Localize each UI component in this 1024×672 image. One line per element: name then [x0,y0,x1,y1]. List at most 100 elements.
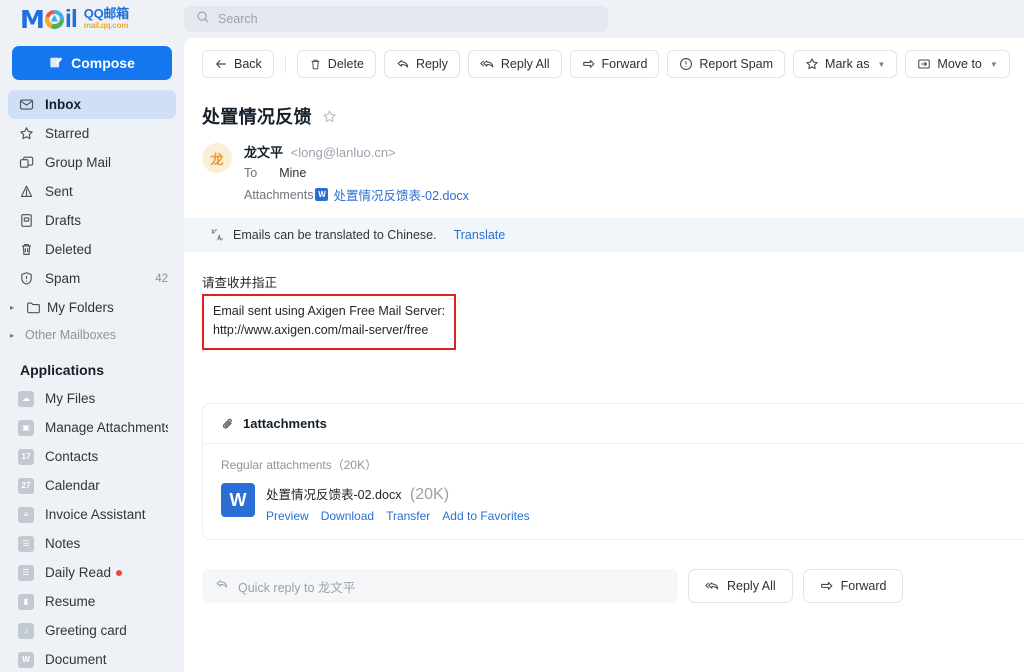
add-to-favorites-link[interactable]: Add to Favorites [442,509,529,523]
reply-icon [215,577,229,596]
sidebar-item-contacts[interactable]: 17 Contacts [8,442,176,471]
translate-banner: Emails can be translated to Chinese. Tra… [184,218,1024,252]
paperclip-icon [221,417,235,431]
sidebar-item-other-mailboxes[interactable]: ▸ Other Mailboxes [8,322,176,348]
back-button[interactable]: Back [202,50,274,78]
applications-nav: ☁ My Files ▣ Manage Attachments 17 Conta… [0,384,184,672]
sidebar-item-label: Calendar [45,478,100,493]
to-value: Mine [279,166,307,180]
sidebar-item-greeting-card[interactable]: ♪ Greeting card [8,616,176,645]
move-to-button[interactable]: Move to ▼ [905,50,1010,78]
transfer-link[interactable]: Transfer [386,509,430,523]
sidebar-item-my-folders[interactable]: ▸ My Folders [8,293,176,322]
forward-button-bottom[interactable]: Forward [802,569,904,603]
brand-domain: mail.qq.com [83,21,129,31]
sender-details: 龙文平 <long@lanluo.cn> To Mine Attachments… [244,141,469,204]
body-text-chinese: 请查收并指正 [202,276,278,290]
brand-chinese-block: QQ邮箱 mail.qq.com [84,7,129,30]
sidebar-item-label: Manage Attachments [45,420,168,435]
sidebar-item-manage-attachments[interactable]: ▣ Manage Attachments [8,413,176,442]
brand-letters-il: il [64,4,78,33]
sidebar-item-notes[interactable]: ☰ Notes [8,529,176,558]
main-area: Search Back Delete Reply Reply All Forwa… [184,0,1024,672]
sidebar-item-invoice-assistant[interactable]: ≡ Invoice Assistant [8,500,176,529]
sidebar-item-label: Drafts [45,213,82,228]
calendar-icon: 27 [18,477,34,494]
sidebar-item-starred[interactable]: Starred [8,119,176,148]
sidebar-item-resume[interactable]: ▮ Resume [8,587,176,616]
notes-icon: ☰ [18,535,34,552]
sidebar-item-sent[interactable]: Sent [8,177,176,206]
star-icon [18,126,34,142]
quick-reply-bar: Quick reply to 龙文平 Reply All Forward [202,569,1024,603]
search-icon [196,10,210,29]
sidebar-item-label: Other Mailboxes [25,328,117,342]
brand-logo[interactable]: M il QQ邮箱 mail.qq.com [0,0,184,38]
sidebar-item-document[interactable]: W Document [8,645,176,672]
sidebar-item-inbox[interactable]: Inbox [8,90,176,119]
cloud-icon: ☁ [18,390,34,407]
attachment-details: 处置情况反馈表-02.docx (20K) Preview Download T… [266,483,530,523]
sidebar-item-drafts[interactable]: Drafts [8,206,176,235]
forward-button[interactable]: Forward [569,50,660,78]
sidebar-item-daily-read[interactable]: ☰ Daily Read [8,558,176,587]
sidebar-item-group-mail[interactable]: Group Mail [8,148,176,177]
preview-link[interactable]: Preview [266,509,309,523]
to-label: To [244,166,258,180]
attachment-file-size: (20K) [409,486,450,503]
trash-icon [309,58,322,71]
recipient-row: To Mine [244,166,469,180]
reply-all-button-bottom[interactable]: Reply All [688,569,793,603]
attachment-item: W 处置情况反馈表-02.docx (20K) Preview Download… [221,483,1024,523]
attachments-panel: 1attachments Regular attachments（20K） W … [202,403,1024,540]
translate-action-link[interactable]: Translate [454,228,506,242]
reply-all-label: Reply All [500,57,550,71]
annotation-highlight-box: Email sent using Axigen Free Mail Server… [202,294,457,350]
sidebar-item-label: Daily Read [45,565,168,580]
annotation-line-1: Email sent using Axigen Free Mail Server… [213,304,446,318]
quick-reply-input[interactable]: Quick reply to 龙文平 [202,569,678,603]
compose-button[interactable]: Compose [12,46,172,80]
report-spam-button[interactable]: Report Spam [667,50,786,78]
qq-mail-app: M il QQ邮箱 mail.qq.com Compose Inbox Star… [0,0,1024,672]
delete-label: Delete [327,57,364,71]
sender-row: 龙文平 <long@lanluo.cn> [244,142,469,161]
chevron-down-icon: ▼ [989,59,998,69]
drafts-icon [18,213,34,229]
sent-icon [18,184,34,200]
header-attachments-row: Attachments W 处置情况反馈表-02.docx [244,185,469,204]
annotation-line-2: http://www.axigen.com/mail-server/free [213,323,429,338]
brand-chinese-name: QQ邮箱 [83,6,129,22]
brand-wordmark: M il [20,4,78,33]
sidebar-item-deleted[interactable]: Deleted [8,235,176,264]
sidebar-item-my-files[interactable]: ☁ My Files [8,384,176,413]
attachment-inline-link[interactable]: 处置情况反馈表-02.docx [333,185,468,204]
sidebar-item-spam[interactable]: Spam 42 [8,264,176,293]
chevron-down-icon: ▼ [877,59,886,69]
attachments-panel-body: Regular attachments（20K） W 处置情况反馈表-02.do… [203,444,1024,539]
alert-circle-icon [679,57,693,71]
mail-circle-logo-icon [44,9,64,29]
unread-dot-badge [116,570,123,577]
delete-button[interactable]: Delete [296,50,376,78]
reply-all-button[interactable]: Reply All [467,50,562,78]
group-mail-icon [18,155,34,171]
translate-text: Emails can be translated to Chinese. [233,228,437,242]
message-panel: Back Delete Reply Reply All Forward Repo… [184,38,1024,672]
mail-folder-nav: Inbox Starred Group Mail Sent Drafts Del… [0,90,184,348]
mark-as-button[interactable]: Mark as ▼ [793,50,898,78]
back-label: Back [234,57,262,71]
search-input[interactable]: Search [184,6,608,32]
reply-all-label: Reply All [727,579,776,593]
attachment-actions: Preview Download Transfer Add to Favorit… [266,509,530,523]
sender-block: 龙 龙文平 <long@lanluo.cn> To Mine Attachmen… [184,129,1024,204]
folder-icon [25,300,41,316]
sidebar: M il QQ邮箱 mail.qq.com Compose Inbox Star… [0,0,184,672]
resume-icon: ▮ [18,593,34,610]
sidebar-item-calendar[interactable]: 27 Calendar [8,471,176,500]
star-message-icon[interactable] [322,109,337,124]
reply-button[interactable]: Reply [383,50,460,78]
download-link[interactable]: Download [321,509,374,523]
sidebar-item-label: Notes [45,536,81,551]
arrow-left-icon [214,57,228,71]
